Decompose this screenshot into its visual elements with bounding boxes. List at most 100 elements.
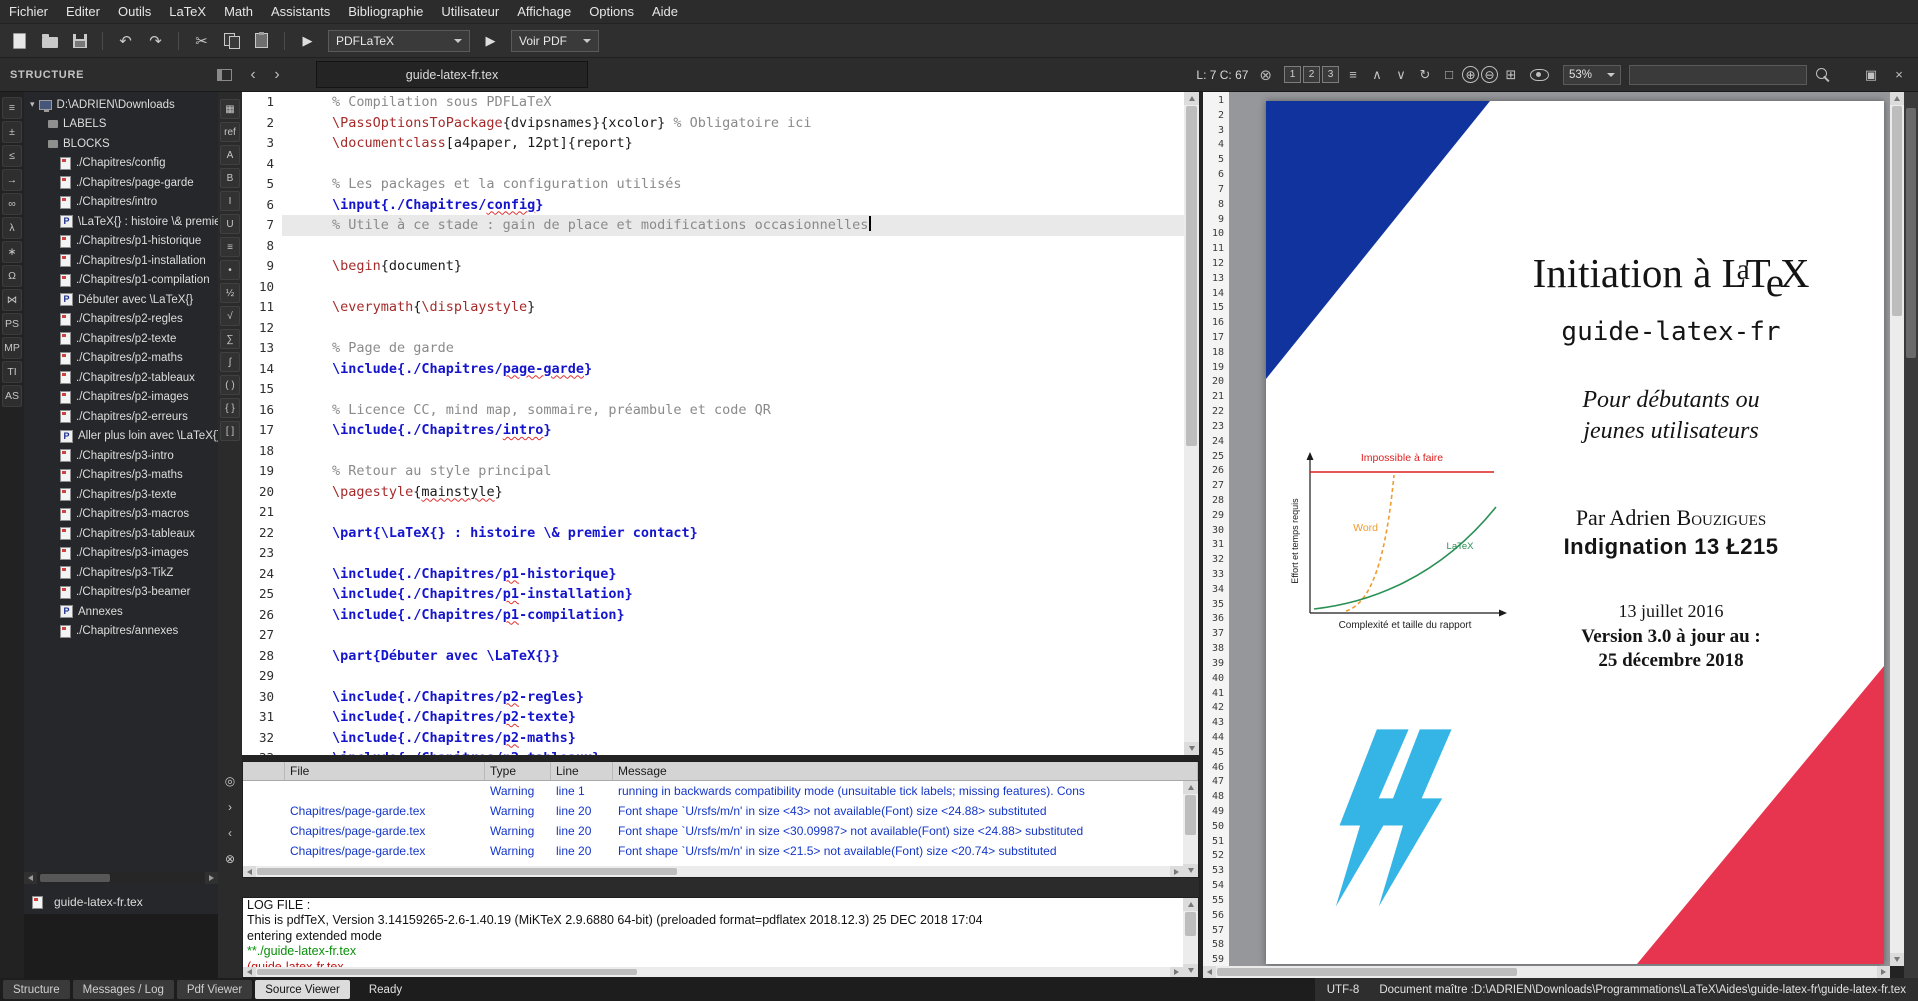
operators-tab-icon[interactable]: ≤	[2, 145, 22, 167]
structure-item[interactable]: PAnnexes	[24, 602, 218, 622]
scrollbar-thumb[interactable]	[1217, 968, 1517, 976]
structure-item[interactable]: ./Chapitres/p3-beamer	[24, 583, 218, 603]
omega-tab-icon[interactable]: Ω	[2, 265, 22, 287]
run-compile-button[interactable]: ▶	[294, 28, 321, 54]
editor-line[interactable]: 28\part{Débuter avec \LaTeX{}}	[242, 646, 1184, 667]
editor-line[interactable]: 17\include{./Chapitres/intro}	[242, 420, 1184, 441]
editor-line[interactable]: 1% Compilation sous PDFLaTeX	[242, 92, 1184, 113]
scrollbar-thumb[interactable]	[1186, 106, 1197, 446]
structure-item[interactable]: ./Chapitres/intro	[24, 193, 218, 213]
scroll-down-arrow[interactable]	[1184, 742, 1199, 755]
editor-line[interactable]: 9\begin{document}	[242, 256, 1184, 277]
editor-line[interactable]: 15	[242, 379, 1184, 400]
editor-line[interactable]: 29	[242, 666, 1184, 687]
structure-item[interactable]: ./Chapitres/p3-maths	[24, 466, 218, 486]
sqrt-icon[interactable]: √	[220, 306, 240, 326]
scrollbar-thumb[interactable]	[1892, 106, 1902, 316]
delimiters-tab-icon[interactable]: ⋈	[2, 289, 22, 311]
preview-eye-icon[interactable]: ◎	[220, 771, 240, 791]
item-icon[interactable]: •	[220, 260, 240, 280]
scroll-right-arrow[interactable]	[1170, 866, 1183, 877]
zoom-level-select[interactable]: 53%	[1563, 65, 1621, 85]
structure-item[interactable]: ./Chapitres/p3-tableaux	[24, 524, 218, 544]
scroll-down-arrow[interactable]	[1183, 864, 1198, 877]
previous-document-button[interactable]: ‹	[242, 64, 264, 86]
message-row[interactable]: Chapitres/page-garde.texWarningline 20Fo…	[243, 821, 1198, 841]
structure-item[interactable]: ./Chapitres/p1-compilation	[24, 271, 218, 291]
structure-item[interactable]: ./Chapitres/p2-texte	[24, 329, 218, 349]
menu-item-outils[interactable]: Outils	[109, 1, 160, 22]
messages-horizontal-scrollbar[interactable]	[243, 866, 1183, 877]
structure-item[interactable]: ./Chapitres/annexes	[24, 622, 218, 642]
pdf-horizontal-scrollbar[interactable]	[1203, 966, 1890, 978]
editor-line[interactable]: 26\include{./Chapitres/p1-compilation}	[242, 605, 1184, 626]
scroll-up-arrow[interactable]	[1184, 92, 1199, 105]
tabular-icon[interactable]: ▦	[220, 99, 240, 119]
greek-tab-icon[interactable]: λ	[2, 217, 22, 239]
rotate-icon[interactable]: ↻	[1414, 64, 1436, 86]
panel-splitter[interactable]	[242, 878, 1199, 897]
expand-arrow-icon[interactable]: ▾	[30, 99, 35, 110]
page-layout-button-3[interactable]: 3	[1322, 66, 1339, 83]
status-tab-pdf-viewer[interactable]: Pdf Viewer	[177, 980, 252, 999]
structure-item[interactable]: LABELS	[24, 115, 218, 135]
scrollbar-thumb[interactable]	[1185, 795, 1196, 835]
status-tab-messages-log[interactable]: Messages / Log	[73, 980, 174, 999]
editor-vertical-scrollbar[interactable]	[1184, 92, 1199, 755]
structure-item[interactable]: ./Chapitres/p1-installation	[24, 251, 218, 271]
scroll-up-arrow[interactable]	[1183, 898, 1198, 911]
log-vertical-scrollbar[interactable]	[1183, 898, 1198, 977]
scrollbar-thumb[interactable]	[257, 868, 677, 875]
zoom-out-icon[interactable]: ⊖	[1481, 66, 1498, 83]
structure-item[interactable]: ▾D:\ADRIEN\Downloads	[24, 95, 218, 115]
scroll-down-arrow[interactable]	[1183, 964, 1198, 977]
editor-line[interactable]: 13% Page de garde	[242, 338, 1184, 359]
bold-icon[interactable]: B	[220, 168, 240, 188]
log-horizontal-scrollbar[interactable]	[243, 967, 1183, 977]
scroll-right-arrow[interactable]	[205, 872, 218, 884]
metapost-tab-icon[interactable]: MP	[2, 337, 22, 359]
int-icon[interactable]: ∫	[220, 352, 240, 372]
arrows-tab-icon[interactable]: →	[2, 169, 22, 191]
structure-item[interactable]: ./Chapitres/p1-historique	[24, 232, 218, 252]
structure-horizontal-scrollbar[interactable]	[24, 872, 218, 884]
copy-button[interactable]	[218, 28, 245, 54]
close-viewer-icon[interactable]: ×	[1888, 64, 1910, 86]
sum-icon[interactable]: ∑	[220, 329, 240, 349]
editor-line[interactable]: 21	[242, 502, 1184, 523]
editor-line[interactable]: 10	[242, 277, 1184, 298]
status-tab-source-viewer[interactable]: Source Viewer	[255, 980, 350, 999]
message-row[interactable]: Chapitres/page-garde.texWarningline 20Fo…	[243, 841, 1198, 861]
scrollbar-thumb[interactable]	[257, 969, 637, 975]
open-file-button[interactable]	[36, 28, 63, 54]
view-command-select[interactable]: Voir PDF	[511, 30, 599, 52]
scrollbar-thumb[interactable]	[1906, 108, 1916, 358]
scroll-down-arrow[interactable]	[1890, 953, 1904, 966]
editor-line[interactable]: 16% Licence CC, mind map, sommaire, préa…	[242, 400, 1184, 421]
asymptote-tab-icon[interactable]: AS	[2, 385, 22, 407]
scrollbar-thumb[interactable]	[1185, 912, 1196, 936]
itemize-icon[interactable]: ≡	[220, 237, 240, 257]
structure-item[interactable]: ./Chapitres/p2-tableaux	[24, 368, 218, 388]
next-page-icon[interactable]: ∨	[1390, 64, 1412, 86]
structure-item[interactable]: P\LaTeX{} : histoire \& premier contact	[24, 212, 218, 232]
editor-line[interactable]: 24\include{./Chapitres/p1-historique}	[242, 564, 1184, 585]
editor-line[interactable]: 4	[242, 154, 1184, 175]
structure-tab-icon[interactable]: ≡	[2, 97, 22, 119]
scroll-right-arrow[interactable]	[1877, 966, 1890, 978]
editor-line[interactable]: 2\PassOptionsToPackage{dvipsnames}{xcolo…	[242, 113, 1184, 134]
editor-line[interactable]: 6\input{./Chapitres/config}	[242, 195, 1184, 216]
compile-command-select[interactable]: PDFLaTeX	[328, 30, 470, 52]
menu-item-bibliographie[interactable]: Bibliographie	[339, 1, 432, 22]
fit-width-icon[interactable]: ⊞	[1500, 64, 1522, 86]
structure-item[interactable]: ./Chapitres/page-garde	[24, 173, 218, 193]
italic-icon[interactable]: I	[220, 191, 240, 211]
menu-item-fichier[interactable]: Fichier	[0, 1, 57, 22]
new-file-button[interactable]	[6, 28, 33, 54]
message-row[interactable]: Chapitres/page-garde.texWarningline 20Fo…	[243, 801, 1198, 821]
relations-tab-icon[interactable]: ±	[2, 121, 22, 143]
messages-vertical-scrollbar[interactable]	[1183, 781, 1198, 877]
menu-item-aide[interactable]: Aide	[643, 1, 687, 22]
source-editor[interactable]: 1% Compilation sous PDFLaTeX2\PassOption…	[242, 92, 1199, 755]
pdf-search-input[interactable]	[1629, 65, 1807, 85]
